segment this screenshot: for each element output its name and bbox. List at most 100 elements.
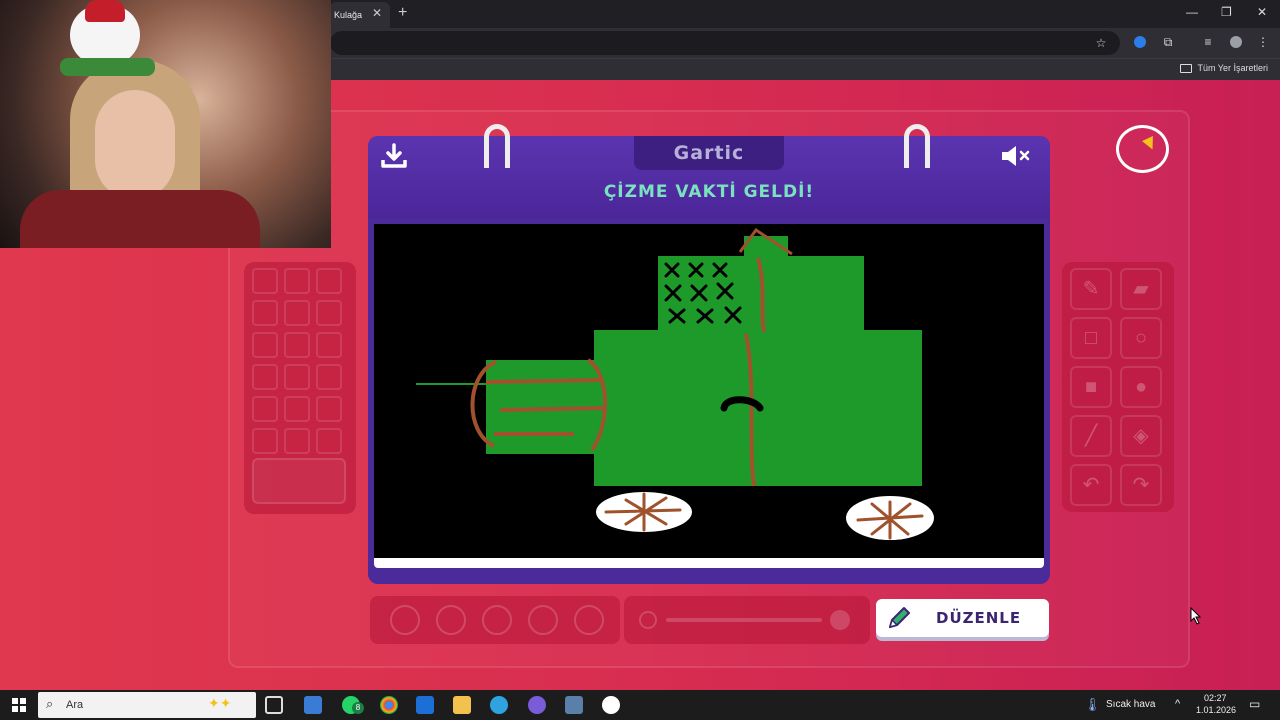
speaker-muted-icon [1002, 146, 1030, 166]
chrome-icon[interactable] [380, 696, 398, 714]
download-icon [381, 143, 407, 168]
square-outline-icon: □ [1084, 327, 1098, 349]
windows-taskbar: ⌕ Ara ✦✦ 8 🌡 Sıcak hava ^ 02:27 1.01.202… [0, 690, 1280, 720]
snowman-hat [85, 0, 125, 22]
color-swatch[interactable] [252, 364, 278, 390]
color-swatch[interactable] [284, 428, 310, 454]
palette-grid [244, 262, 356, 514]
new-tab-icon[interactable]: + [398, 4, 407, 22]
close-window-icon[interactable]: ✕ [1257, 5, 1267, 19]
color-swatch[interactable] [252, 428, 278, 454]
color-swatch[interactable] [252, 300, 278, 326]
square-fill-icon: ■ [1084, 376, 1098, 398]
circle-fill-tool[interactable]: ● [1120, 366, 1162, 408]
download-button[interactable] [380, 142, 408, 170]
round-timer [1116, 125, 1169, 173]
clock-date[interactable]: 1.01.2026 [1196, 705, 1236, 715]
opacity-slider[interactable] [624, 596, 870, 644]
pencil-icon: ✎ [1082, 278, 1100, 300]
edge-icon[interactable] [490, 696, 508, 714]
custom-color-swatch[interactable] [252, 458, 346, 504]
media-controls-icon[interactable]: ≡ [1201, 35, 1215, 49]
outlook-icon[interactable] [416, 696, 434, 714]
brush-size-1[interactable] [390, 605, 420, 635]
bookmark-star-icon[interactable]: ☆ [1094, 36, 1108, 50]
drawing-board: Gartic ÇİZME VAKTİ GELDİ! [368, 124, 1050, 584]
extensions-icon[interactable]: ⧉ [1161, 35, 1175, 49]
redo-button[interactable]: ↷ [1120, 464, 1162, 506]
brush-size-5[interactable] [574, 605, 604, 635]
color-swatch[interactable] [316, 268, 342, 294]
binder-ring-right [904, 124, 930, 168]
tab-title: Kulağa [334, 10, 363, 20]
color-swatch[interactable] [284, 364, 310, 390]
color-swatch[interactable] [316, 428, 342, 454]
clock-time[interactable]: 02:27 [1204, 693, 1227, 703]
folder-icon [1180, 63, 1193, 73]
pencil-icon [888, 607, 910, 629]
app-icon[interactable] [602, 696, 620, 714]
brush-size-3[interactable] [482, 605, 512, 635]
extension-skype-icon[interactable] [1133, 35, 1147, 49]
bucket-icon: ◈ [1133, 425, 1149, 447]
brush-size-2[interactable] [436, 605, 466, 635]
address-input[interactable]: ☆ [330, 31, 1120, 55]
mute-button[interactable] [1000, 144, 1034, 168]
color-swatch[interactable] [316, 332, 342, 358]
gartic-logo: Gartic [673, 142, 745, 164]
color-swatch[interactable] [252, 396, 278, 422]
webcam-person-sweater [20, 190, 260, 248]
search-icon: ⌕ [46, 696, 54, 711]
pencil-tool[interactable]: ✎ [1070, 268, 1112, 310]
minimize-icon[interactable]: — [1186, 5, 1198, 19]
whatsapp-icon[interactable]: 8 [342, 696, 364, 714]
tab-close-icon[interactable]: ✕ [372, 6, 382, 20]
app-icon[interactable] [528, 696, 546, 714]
browser-menu-icon[interactable]: ⋮ [1256, 35, 1270, 49]
brush-size-4[interactable] [528, 605, 558, 635]
undo-button[interactable]: ↶ [1070, 464, 1112, 506]
task-view-icon[interactable] [265, 696, 283, 714]
tray-chevron-icon[interactable]: ^ [1175, 698, 1180, 710]
webcam-person-face [95, 90, 175, 200]
windows-start-icon[interactable] [12, 698, 26, 712]
all-bookmarks-button[interactable]: Tüm Yer İşaretleri [1180, 63, 1268, 73]
taskbar-search-placeholder: Ara [66, 699, 84, 711]
color-swatch[interactable] [284, 300, 310, 326]
restore-icon[interactable]: ❐ [1221, 5, 1232, 19]
color-swatch[interactable] [252, 332, 278, 358]
edit-button[interactable]: DÜZENLE [876, 599, 1049, 637]
circle-outline-icon: ○ [1134, 327, 1148, 349]
bucket-tool[interactable]: ◈ [1120, 415, 1162, 457]
redo-icon: ↷ [1132, 474, 1150, 496]
square-fill-tool[interactable]: ■ [1070, 366, 1112, 408]
file-explorer-icon[interactable] [453, 696, 471, 714]
webcam-overlay [0, 0, 331, 248]
circle-outline-tool[interactable]: ○ [1120, 317, 1162, 359]
drawing-canvas[interactable] [374, 224, 1044, 558]
color-swatch[interactable] [284, 332, 310, 358]
color-swatch[interactable] [316, 396, 342, 422]
taskbar-search-box[interactable]: ⌕ Ara ✦✦ [38, 692, 256, 718]
draw-time-title: ÇİZME VAKTİ GELDİ! [603, 182, 815, 202]
line-icon: ╱ [1084, 425, 1098, 447]
store-icon[interactable] [304, 696, 322, 714]
binder-ring-left [484, 124, 510, 168]
profile-avatar-icon[interactable] [1229, 35, 1243, 49]
line-tool[interactable]: ╱ [1070, 415, 1112, 457]
app-icon[interactable] [565, 696, 583, 714]
eraser-tool[interactable]: ▰ [1120, 268, 1162, 310]
logo-tab: Gartic [634, 136, 784, 170]
all-bookmarks-label: Tüm Yer İşaretleri [1197, 63, 1268, 73]
color-swatch[interactable] [252, 268, 278, 294]
timer-progress-wedge [1142, 136, 1158, 152]
notification-icon[interactable]: ▭ [1249, 697, 1260, 711]
square-outline-tool[interactable]: □ [1070, 317, 1112, 359]
color-swatch[interactable] [284, 268, 310, 294]
color-swatch[interactable] [284, 396, 310, 422]
color-swatch[interactable] [316, 300, 342, 326]
brush-size-bar [370, 596, 620, 644]
weather-text[interactable]: Sıcak hava [1106, 699, 1155, 710]
canvas-frame [374, 224, 1044, 568]
color-swatch[interactable] [316, 364, 342, 390]
